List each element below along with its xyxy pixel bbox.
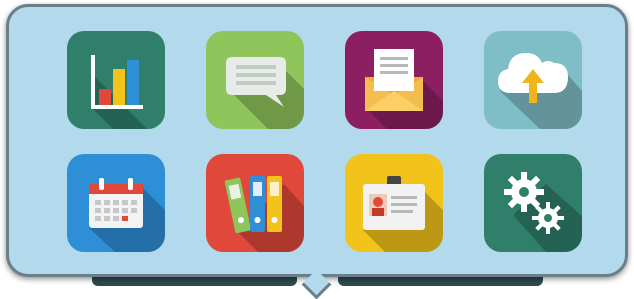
tile-calendar[interactable] [67, 154, 165, 252]
cloud-upload-icon [498, 53, 582, 129]
binders-icon [224, 176, 304, 252]
bar-chart-icon [91, 55, 165, 129]
mail-envelope-icon [365, 49, 443, 129]
tile-messages[interactable] [206, 31, 304, 129]
settings-gears-icon [504, 172, 582, 252]
tile-cloud-upload[interactable] [484, 31, 582, 129]
tile-contacts[interactable] [345, 154, 443, 252]
speech-bubble-icon [226, 57, 304, 129]
tile-files[interactable] [206, 154, 304, 252]
tile-charts[interactable] [67, 31, 165, 129]
tile-settings[interactable] [484, 154, 582, 252]
id-card-icon [363, 176, 443, 252]
tile-mail[interactable] [345, 31, 443, 129]
calendar-icon [89, 178, 165, 252]
